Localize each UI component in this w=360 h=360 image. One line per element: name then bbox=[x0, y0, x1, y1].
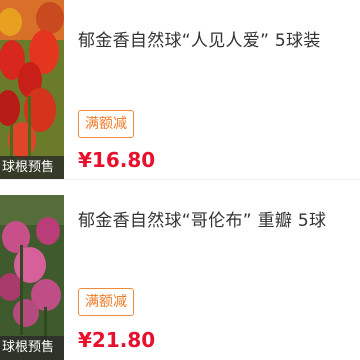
product-thumbnail[interactable]: 球根预售 bbox=[0, 195, 64, 360]
product-title[interactable]: 郁金香自然球“人见人爱” 5球装 bbox=[78, 26, 360, 51]
product-card[interactable]: 球根预售 郁金香自然球“哥伦布” 重瓣 5球 满额减 ¥21.80 bbox=[0, 180, 360, 360]
presale-tag: 球根预售 bbox=[0, 336, 64, 360]
product-thumbnail[interactable]: 球根预售 bbox=[0, 0, 64, 180]
product-price: ¥21.80 bbox=[78, 328, 156, 352]
product-price: ¥16.80 bbox=[78, 148, 156, 172]
promo-badge: 满额减 bbox=[78, 110, 134, 138]
product-title[interactable]: 郁金香自然球“哥伦布” 重瓣 5球 bbox=[78, 206, 360, 231]
presale-tag: 球根预售 bbox=[0, 156, 64, 180]
red-tulip-photo-icon bbox=[0, 0, 64, 180]
product-card[interactable]: 球根预售 郁金香自然球“人见人爱” 5球装 满额减 ¥16.80 bbox=[0, 0, 360, 180]
promo-badge: 满额减 bbox=[78, 288, 134, 316]
